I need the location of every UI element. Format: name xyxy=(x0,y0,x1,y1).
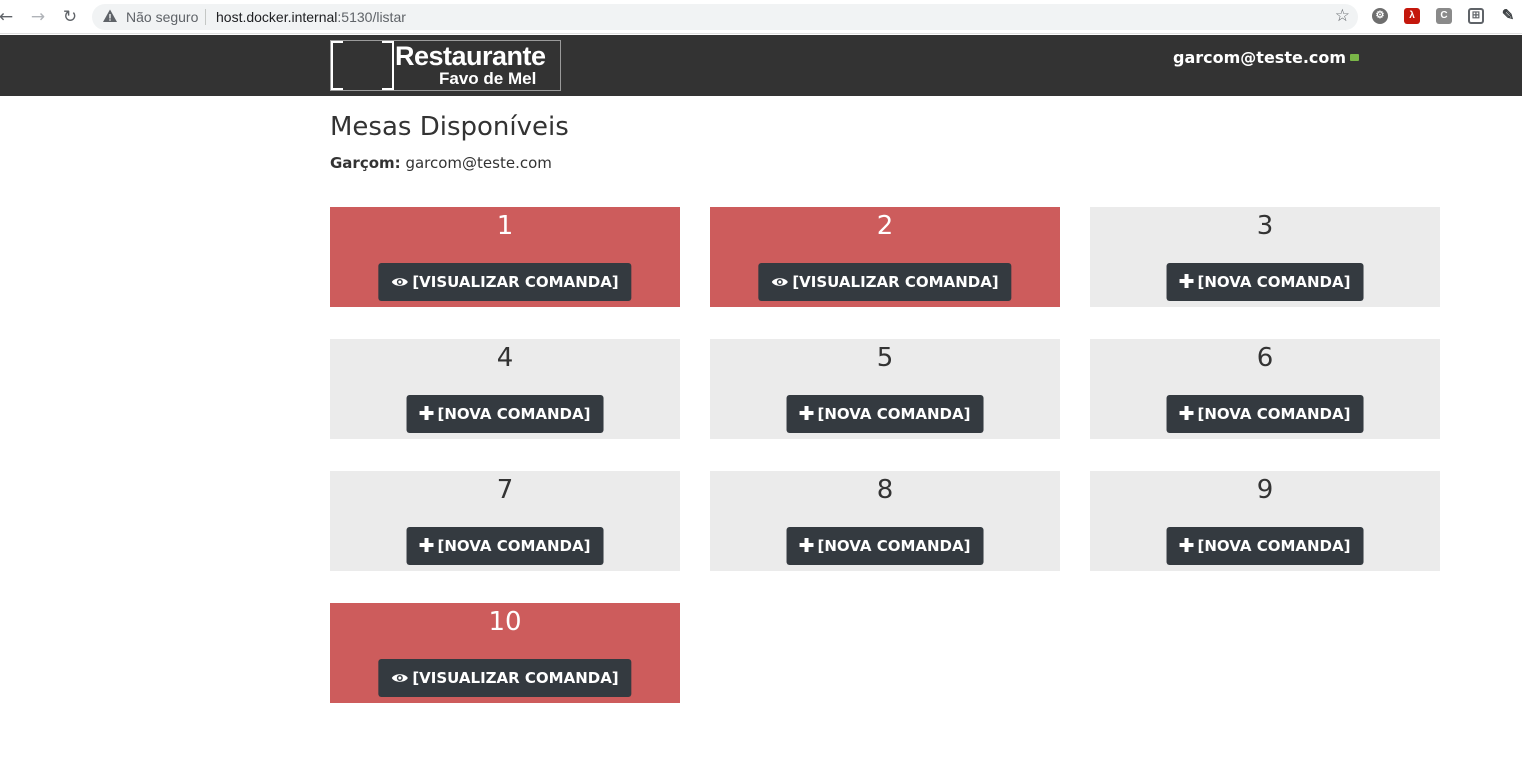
new-order-button[interactable]: [NOVA COMANDA] xyxy=(406,527,604,565)
browser-toolbar: ← → ↻ Não seguro host.docker.internal:51… xyxy=(0,0,1522,34)
view-order-button[interactable]: [VISUALIZAR COMANDA] xyxy=(378,659,632,697)
restaurant-logo[interactable]: Restaurante Favo de Mel xyxy=(330,40,561,91)
logo-subtitle: Favo de Mel xyxy=(439,69,537,88)
plus-icon xyxy=(799,395,814,433)
grid-extension-icon[interactable]: ⊞ xyxy=(1468,8,1484,24)
table-card-3: 3 [NOVA COMANDA] xyxy=(1090,207,1440,307)
table-card-5: 5 [NOVA COMANDA] xyxy=(710,339,1060,439)
logo-bracket-icon xyxy=(331,41,394,90)
button-label: [NOVA COMANDA] xyxy=(817,405,971,423)
omnibox-divider xyxy=(205,9,206,25)
table-card-2: 2 [VISUALIZAR COMANDA] xyxy=(710,207,1060,307)
plus-icon xyxy=(419,395,434,433)
waiter-email: garcom@teste.com xyxy=(405,154,552,172)
plus-icon xyxy=(1179,527,1194,565)
new-order-button[interactable]: [NOVA COMANDA] xyxy=(406,395,604,433)
table-card-7: 7 [NOVA COMANDA] xyxy=(330,471,680,571)
table-number: 9 xyxy=(1256,475,1274,505)
table-number: 2 xyxy=(876,211,894,241)
plus-icon xyxy=(1179,263,1194,301)
logo-title: Restaurante xyxy=(395,41,546,71)
new-order-button[interactable]: [NOVA COMANDA] xyxy=(786,527,984,565)
table-number: 8 xyxy=(876,475,894,505)
table-card-10: 10 [VISUALIZAR COMANDA] xyxy=(330,603,680,703)
reload-icon[interactable]: ↻ xyxy=(58,5,82,29)
table-card-9: 9 [NOVA COMANDA] xyxy=(1090,471,1440,571)
button-label: [NOVA COMANDA] xyxy=(1197,537,1351,555)
new-order-button[interactable]: [NOVA COMANDA] xyxy=(1166,263,1364,301)
gear-extension-icon[interactable]: ⚙ xyxy=(1372,8,1388,24)
button-label: [NOVA COMANDA] xyxy=(1197,405,1351,423)
security-label[interactable]: Não seguro xyxy=(126,9,198,25)
table-number: 6 xyxy=(1256,343,1274,373)
eye-icon xyxy=(391,263,408,301)
table-card-6: 6 [NOVA COMANDA] xyxy=(1090,339,1440,439)
table-card-4: 4 [NOVA COMANDA] xyxy=(330,339,680,439)
top-navbar: Restaurante Favo de Mel garcom@teste.com xyxy=(0,35,1522,96)
waiter-label: Garçom: xyxy=(330,154,401,172)
warning-icon xyxy=(103,9,117,22)
table-card-8: 8 [NOVA COMANDA] xyxy=(710,471,1060,571)
new-order-button[interactable]: [NOVA COMANDA] xyxy=(786,395,984,433)
eye-icon xyxy=(771,263,788,301)
view-order-button[interactable]: [VISUALIZAR COMANDA] xyxy=(758,263,1012,301)
envelope-check-icon xyxy=(1350,54,1360,61)
button-label: [NOVA COMANDA] xyxy=(817,537,971,555)
table-number: 3 xyxy=(1256,211,1274,241)
user-email: garcom@teste.com xyxy=(1173,48,1347,67)
table-number: 7 xyxy=(496,475,514,505)
user-menu[interactable]: garcom@teste.com xyxy=(1173,48,1360,67)
table-card-1: 1 [VISUALIZAR COMANDA] xyxy=(330,207,680,307)
button-label: [VISUALIZAR COMANDA] xyxy=(412,273,619,291)
url-host: host.docker.internal xyxy=(216,9,338,25)
button-label: [NOVA COMANDA] xyxy=(437,405,591,423)
c-extension-icon[interactable]: C xyxy=(1436,8,1452,24)
star-icon[interactable]: ☆ xyxy=(1335,6,1350,26)
view-order-button[interactable]: [VISUALIZAR COMANDA] xyxy=(378,263,632,301)
button-label: [VISUALIZAR COMANDA] xyxy=(792,273,999,291)
waiter-info: Garçom: garcom@teste.com xyxy=(330,154,552,172)
url-text[interactable]: host.docker.internal:5130/listar xyxy=(216,9,406,25)
table-number: 10 xyxy=(488,607,522,637)
arrow-right-icon[interactable]: → xyxy=(26,5,50,29)
table-number: 1 xyxy=(496,211,514,241)
pdf-extension-icon[interactable]: λ xyxy=(1404,8,1420,24)
new-order-button[interactable]: [NOVA COMANDA] xyxy=(1166,527,1364,565)
button-label: [NOVA COMANDA] xyxy=(1197,273,1351,291)
address-bar[interactable]: Não seguro host.docker.internal:5130/lis… xyxy=(92,4,1358,30)
page-title: Mesas Disponíveis xyxy=(330,112,569,142)
button-label: [NOVA COMANDA] xyxy=(437,537,591,555)
new-order-button[interactable]: [NOVA COMANDA] xyxy=(1166,395,1364,433)
table-number: 5 xyxy=(876,343,894,373)
plus-icon xyxy=(799,527,814,565)
plus-icon xyxy=(1179,395,1194,433)
pencil-icon[interactable]: ✎ xyxy=(1500,8,1516,24)
button-label: [VISUALIZAR COMANDA] xyxy=(412,669,619,687)
url-path: :5130/listar xyxy=(337,9,406,25)
plus-icon xyxy=(419,527,434,565)
table-number: 4 xyxy=(496,343,514,373)
eye-icon xyxy=(391,659,408,697)
arrow-left-icon[interactable]: ← xyxy=(0,5,18,29)
